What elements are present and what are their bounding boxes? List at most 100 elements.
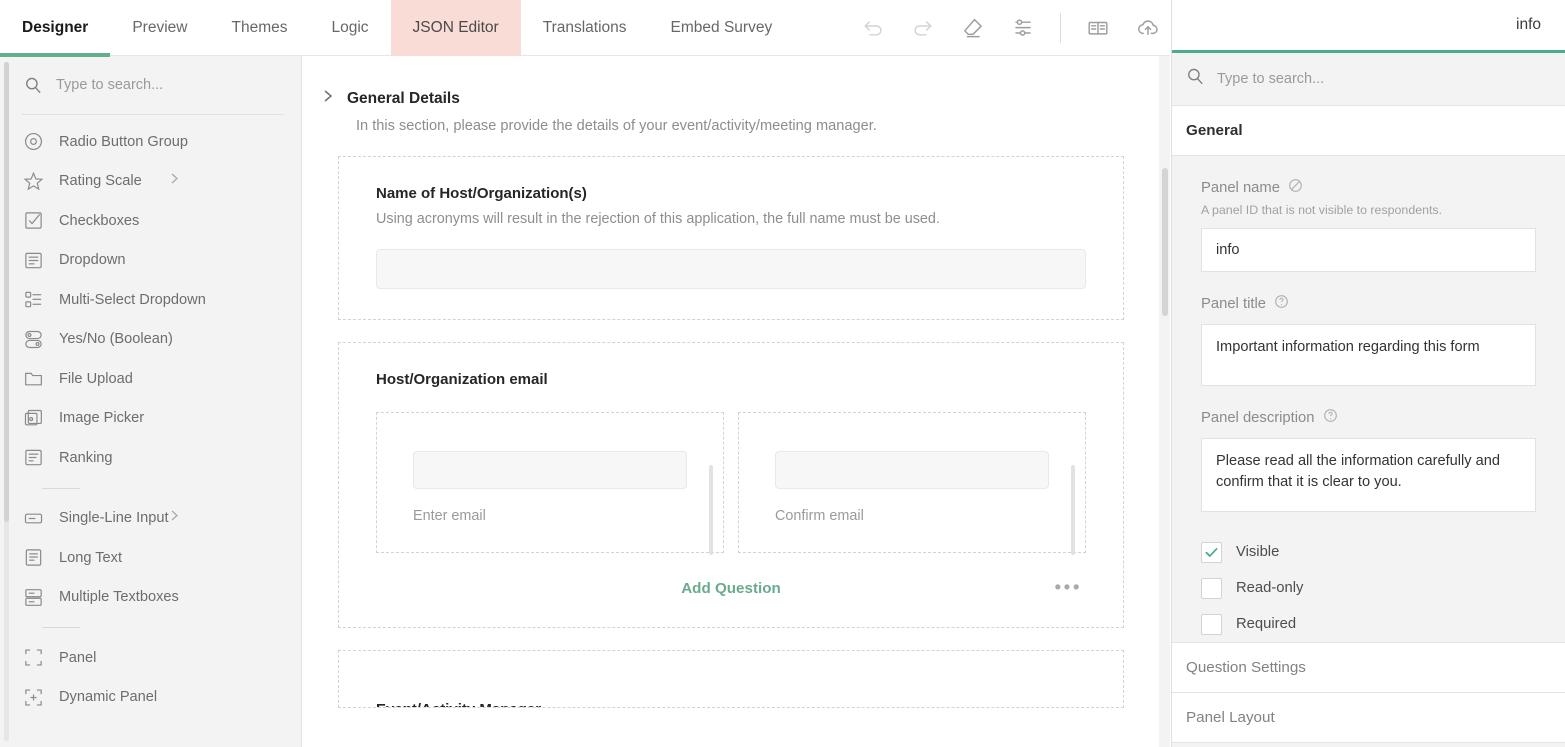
- panel-title-input[interactable]: Important information regarding this for…: [1201, 324, 1536, 386]
- text-input-icon: [22, 507, 44, 529]
- tab-themes[interactable]: Themes: [209, 0, 309, 56]
- checkbox-unchecked-icon[interactable]: [1201, 578, 1222, 599]
- eraser-icon[interactable]: [948, 0, 998, 56]
- subquestion-drag-handle[interactable]: [1071, 465, 1075, 555]
- sidebar-item-label: Long Text: [59, 550, 122, 566]
- sidebar-item-label: File Upload: [59, 371, 133, 387]
- subquestion-label: Enter email: [413, 508, 687, 524]
- help-circle-icon[interactable]: [1323, 408, 1338, 427]
- toolbox-group-divider: [42, 627, 80, 628]
- sidebar-item-dropdown[interactable]: Dropdown: [22, 241, 302, 281]
- settings-sliders-icon[interactable]: [998, 0, 1048, 56]
- tab-embed-survey[interactable]: Embed Survey: [649, 0, 795, 56]
- question-text-input[interactable]: [376, 249, 1086, 289]
- search-icon: [1186, 67, 1205, 91]
- tab-translations[interactable]: Translations: [521, 0, 649, 56]
- question-card-name-of-host[interactable]: Name of Host/Organization(s) Using acron…: [338, 156, 1124, 320]
- page-title: General Details: [347, 90, 460, 108]
- field-label-text: Panel name: [1201, 180, 1280, 196]
- toolbox-scrollbar-thumb[interactable]: [4, 62, 9, 522]
- tab-designer[interactable]: Designer: [0, 0, 110, 56]
- dynamic-panel-icon: [22, 686, 44, 708]
- subquestion-enter-email[interactable]: Enter email: [376, 412, 724, 553]
- canvas-scrollbar-track[interactable]: [1162, 56, 1168, 747]
- help-circle-icon[interactable]: [1274, 294, 1289, 313]
- panel-description-input[interactable]: Please read all the information carefull…: [1201, 438, 1536, 512]
- sidebar-item-file-upload[interactable]: File Upload: [22, 359, 302, 399]
- property-panel-header: info: [1172, 0, 1565, 53]
- property-search[interactable]: Type to search...: [1172, 53, 1565, 106]
- chevron-right-icon[interactable]: [170, 509, 180, 527]
- question-title: Event/Activity Manager: [376, 701, 1086, 708]
- sidebar-item-label: Rating Scale: [59, 173, 142, 189]
- subquestion-confirm-email[interactable]: Confirm email: [738, 412, 1086, 553]
- sidebar-item-dynamic-panel[interactable]: Dynamic Panel: [22, 678, 302, 718]
- editor-toolbar: [848, 0, 1173, 56]
- folder-upload-icon: [22, 368, 44, 390]
- sidebar-item-image-picker[interactable]: Image Picker: [22, 399, 302, 439]
- tab-json-editor[interactable]: JSON Editor: [391, 0, 521, 56]
- accordion-header-question-settings[interactable]: Question Settings: [1172, 643, 1565, 693]
- field-panel-title: Panel title Important information regard…: [1201, 294, 1536, 386]
- checkbox-unchecked-icon[interactable]: [1201, 614, 1222, 635]
- page-section-header: General Details In this section, please …: [303, 56, 1159, 134]
- sidebar-item-multiple-textboxes[interactable]: Multiple Textboxes: [22, 578, 302, 618]
- toolbox-search[interactable]: Type to search...: [22, 56, 302, 114]
- toggle-boolean-icon: [22, 328, 44, 350]
- sidebar-item-long-text[interactable]: Long Text: [22, 538, 302, 578]
- star-rating-icon: [22, 170, 44, 192]
- page-description: In this section, please provide the deta…: [356, 118, 1159, 134]
- sidebar-item-label: Radio Button Group: [59, 134, 188, 150]
- checkbox-label: Read-only: [1236, 580, 1303, 596]
- composite-subquestion-row: Enter email Confirm email: [376, 412, 1086, 553]
- survey-page: General Details In this section, please …: [303, 56, 1159, 747]
- multiselect-icon: [22, 289, 44, 311]
- question-card-host-email[interactable]: Host/Organization email Enter email Conf…: [338, 342, 1124, 628]
- tab-preview[interactable]: Preview: [110, 0, 209, 56]
- chevron-right-icon[interactable]: [323, 89, 334, 108]
- sidebar-item-checkboxes[interactable]: Checkboxes: [22, 201, 302, 241]
- question-card-event-manager[interactable]: Event/Activity Manager: [338, 650, 1124, 708]
- checkbox-checked-icon[interactable]: [1201, 542, 1222, 563]
- checkbox-required[interactable]: Required: [1201, 606, 1536, 642]
- panel-name-input[interactable]: info: [1201, 228, 1536, 272]
- sidebar-item-label: Multi-Select Dropdown: [59, 292, 206, 308]
- enter-email-input[interactable]: [413, 451, 687, 489]
- checkbox-visible[interactable]: Visible: [1201, 534, 1536, 570]
- chevron-right-icon[interactable]: [170, 172, 180, 190]
- multi-textbox-icon: [22, 586, 44, 608]
- sidebar-item-label: Dynamic Panel: [59, 689, 157, 705]
- boolean-options-group: Visible Read-only Required: [1201, 534, 1536, 642]
- accordion-header-panel-layout[interactable]: Panel Layout: [1172, 693, 1565, 743]
- property-search-placeholder: Type to search...: [1217, 71, 1324, 87]
- toolbar-divider: [1060, 13, 1061, 43]
- undo-icon[interactable]: [848, 0, 898, 56]
- subquestion-drag-handle[interactable]: [709, 465, 713, 555]
- add-question-button[interactable]: Add Question: [681, 580, 781, 597]
- sidebar-item-single-line-input[interactable]: Single-Line Input: [22, 499, 302, 539]
- sidebar-item-panel[interactable]: Panel: [22, 638, 302, 678]
- canvas-scrollbar-thumb[interactable]: [1162, 168, 1168, 316]
- more-options-icon[interactable]: •••: [1055, 579, 1082, 598]
- checkbox-read-only[interactable]: Read-only: [1201, 570, 1536, 606]
- confirm-email-input[interactable]: [775, 451, 1049, 489]
- book-preview-icon[interactable]: [1073, 0, 1123, 56]
- cloud-upload-icon[interactable]: [1123, 0, 1173, 56]
- sidebar-item-label: Multiple Textboxes: [59, 589, 179, 605]
- sidebar-item-yes-no-boolean-[interactable]: Yes/No (Boolean): [22, 320, 302, 360]
- sidebar-item-ranking[interactable]: Ranking: [22, 438, 302, 478]
- toolbox-group-divider: [42, 488, 80, 489]
- tab-logic[interactable]: Logic: [309, 0, 390, 56]
- question-title: Host/Organization email: [376, 371, 1086, 388]
- toolbox-item-list: Radio Button Group Rating Scale Checkboxes…: [22, 115, 302, 717]
- sidebar-item-rating-scale[interactable]: Rating Scale: [22, 162, 302, 202]
- radio-button-icon: [22, 131, 44, 153]
- subquestion-label: Confirm email: [775, 508, 1049, 524]
- sidebar-item-label: Dropdown: [59, 252, 126, 268]
- top-tab-bar: DesignerPreviewThemesLogicJSON EditorTra…: [0, 0, 1170, 56]
- ranking-icon: [22, 447, 44, 469]
- sidebar-item-radio-button-group[interactable]: Radio Button Group: [22, 122, 302, 162]
- sidebar-item-multi-select-dropdown[interactable]: Multi-Select Dropdown: [22, 280, 302, 320]
- redo-icon[interactable]: [898, 0, 948, 56]
- accordion-header-general[interactable]: General: [1172, 106, 1565, 156]
